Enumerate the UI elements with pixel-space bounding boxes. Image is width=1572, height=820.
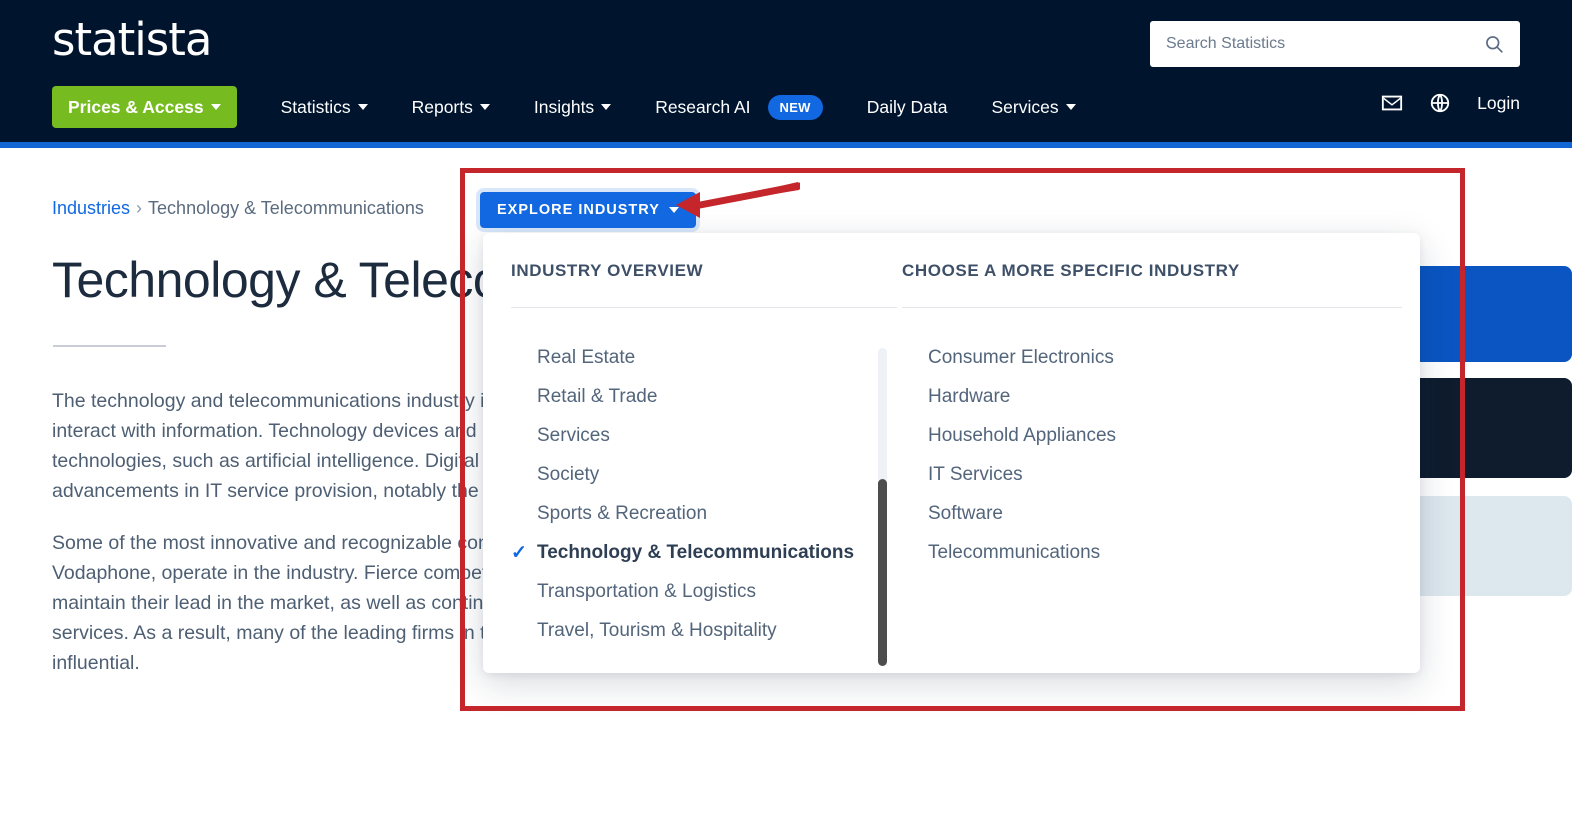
header-utility-nav: Login <box>1381 92 1520 114</box>
explore-industry-label: EXPLORE INDUSTRY <box>497 202 660 218</box>
industry-item-travel-tourism-hospitality[interactable]: Travel, Tourism & Hospitality <box>511 611 897 650</box>
industry-item-label: Travel, Tourism & Hospitality <box>537 621 777 640</box>
specific-item-it-services[interactable]: IT Services <box>902 455 1402 494</box>
industry-item-label: Retail & Trade <box>537 387 657 406</box>
industry-item-services[interactable]: Services <box>511 416 897 455</box>
specific-item-hardware[interactable]: Hardware <box>902 377 1402 416</box>
search-input[interactable] <box>1166 35 1484 53</box>
nav-item-research-ai[interactable]: Research AI NEW <box>633 86 845 128</box>
industry-item-technology-telecommunications[interactable]: ✓ Technology & Telecommunications <box>511 533 897 572</box>
login-link[interactable]: Login <box>1477 93 1520 114</box>
specific-item-label: Household Appliances <box>928 426 1116 445</box>
nav-label: Prices & Access <box>68 97 204 118</box>
explore-industry-dropdown: INDUSTRY OVERVIEW Real Estate Retail & T… <box>483 233 1420 673</box>
specific-item-label: Telecommunications <box>928 543 1100 562</box>
industry-item-retail-trade[interactable]: Retail & Trade <box>511 377 897 416</box>
specific-item-household-appliances[interactable]: Household Appliances <box>902 416 1402 455</box>
title-underline <box>53 345 166 347</box>
dropdown-divider-left <box>511 307 897 308</box>
nav-label: Reports <box>412 97 473 118</box>
specific-item-telecommunications[interactable]: Telecommunications <box>902 533 1402 572</box>
nav-item-services[interactable]: Services <box>969 86 1097 128</box>
specific-item-label: Hardware <box>928 387 1010 406</box>
nav-label: Research AI <box>655 97 750 118</box>
chevron-down-icon <box>358 104 368 110</box>
new-badge: NEW <box>768 95 823 120</box>
industry-item-label: Society <box>537 465 599 484</box>
dropdown-heading-industry-overview: INDUSTRY OVERVIEW <box>511 261 897 307</box>
nav-item-prices-access[interactable]: Prices & Access <box>52 86 237 128</box>
specific-item-label: IT Services <box>928 465 1023 484</box>
specific-industry-list: Consumer Electronics Hardware Household … <box>902 338 1402 572</box>
nav-label: Insights <box>534 97 594 118</box>
breadcrumb-link-industries[interactable]: Industries <box>52 198 130 218</box>
dropdown-column-specific-industry: CHOOSE A MORE SPECIFIC INDUSTRY Consumer… <box>902 261 1402 572</box>
check-icon: ✓ <box>511 543 527 562</box>
industry-item-sports-recreation[interactable]: Sports & Recreation <box>511 494 897 533</box>
industry-item-transportation-logistics[interactable]: Transportation & Logistics <box>511 572 897 611</box>
specific-item-label: Software <box>928 504 1003 523</box>
nav-label: Services <box>991 97 1058 118</box>
logo-wordmark: statista <box>52 17 211 62</box>
statista-logo[interactable]: statista <box>52 17 258 62</box>
app-root: statista Prices & Access Statistics Repo… <box>0 0 1572 820</box>
industry-item-society[interactable]: Society <box>511 455 897 494</box>
dropdown-divider-right <box>902 307 1402 308</box>
industry-item-label: Sports & Recreation <box>537 504 707 523</box>
nav-label: Statistics <box>281 97 351 118</box>
search-box[interactable] <box>1150 21 1520 67</box>
breadcrumb-current: Technology & Telecommunications <box>148 198 424 218</box>
industry-list-scrollbar-thumb[interactable] <box>878 479 887 666</box>
breadcrumb-separator: › <box>136 198 142 218</box>
nav-item-daily-data[interactable]: Daily Data <box>845 86 970 128</box>
dropdown-heading-specific-industry: CHOOSE A MORE SPECIFIC INDUSTRY <box>902 261 1402 307</box>
industry-item-label: Services <box>537 426 610 445</box>
nav-item-statistics[interactable]: Statistics <box>259 86 390 128</box>
chevron-down-icon <box>211 104 221 110</box>
chevron-down-icon <box>601 104 611 110</box>
globe-icon[interactable] <box>1429 92 1451 114</box>
industry-item-label: Technology & Telecommunications <box>537 543 854 562</box>
industry-item-label: Real Estate <box>537 348 635 367</box>
nav-label: Daily Data <box>867 97 948 118</box>
nav-item-insights[interactable]: Insights <box>512 86 633 128</box>
industry-overview-list: Real Estate Retail & Trade Services Soci… <box>511 338 897 650</box>
specific-item-label: Consumer Electronics <box>928 348 1114 367</box>
chevron-down-icon <box>1066 104 1076 110</box>
explore-industry-button[interactable]: EXPLORE INDUSTRY <box>480 192 696 228</box>
industry-list-scrollbar[interactable] <box>878 348 887 666</box>
industry-item-real-estate[interactable]: Real Estate <box>511 338 897 377</box>
chevron-down-icon <box>669 207 679 213</box>
statista-logo-mark-icon <box>219 20 258 59</box>
mail-icon[interactable] <box>1381 92 1403 114</box>
nav-item-reports[interactable]: Reports <box>390 86 512 128</box>
breadcrumb: Industries › Technology & Telecommunicatio… <box>52 198 424 219</box>
chevron-down-icon <box>480 104 490 110</box>
specific-item-software[interactable]: Software <box>902 494 1402 533</box>
specific-item-consumer-electronics[interactable]: Consumer Electronics <box>902 338 1402 377</box>
dropdown-column-industry-overview: INDUSTRY OVERVIEW Real Estate Retail & T… <box>511 261 897 650</box>
site-header: statista Prices & Access Statistics Repo… <box>0 0 1572 142</box>
main-nav: Prices & Access Statistics Reports Insig… <box>52 86 1098 128</box>
search-icon[interactable] <box>1484 34 1504 54</box>
industry-item-label: Transportation & Logistics <box>537 582 756 601</box>
